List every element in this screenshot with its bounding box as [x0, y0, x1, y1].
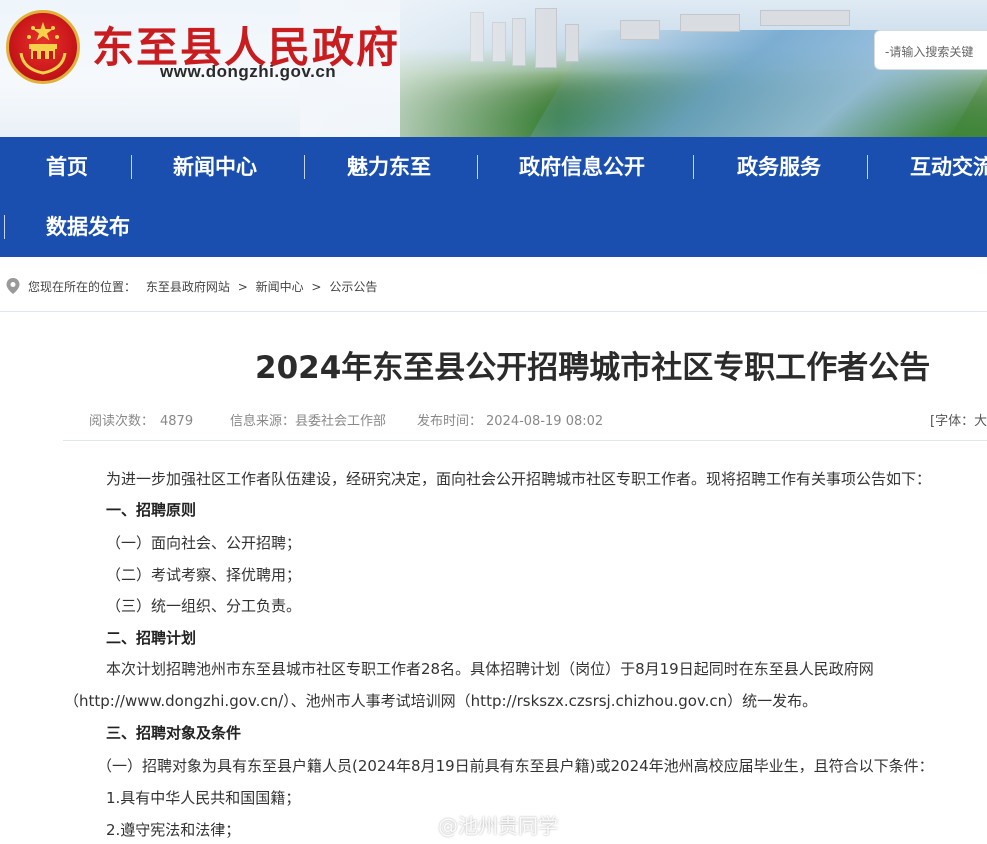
breadcrumb-separator: >: [311, 280, 322, 294]
time-value: 2024-08-19 08:02: [486, 414, 604, 429]
nav-divider: [131, 155, 132, 179]
nav-divider: [693, 155, 694, 179]
breadcrumb-prefix: 您现在所在的位置：: [28, 280, 137, 294]
search-input[interactable]: -请输入搜索关键: [874, 30, 987, 70]
main-nav: 首页 新闻中心 魅力东至 政府信息公开 政务服务 互动交流 数据发布: [0, 137, 987, 257]
nav-divider: [867, 155, 868, 179]
paragraph: （http://www.dongzhi.gov.cn/）、池州市人事考试培训网（…: [64, 692, 818, 710]
nav-divider: [4, 215, 5, 239]
paragraph: 2.遵守宪法和法律；: [106, 821, 241, 839]
location-pin-icon: [6, 278, 20, 294]
site-url: www.dongzhi.gov.cn: [160, 62, 337, 81]
header-banner: 东至县人民政府 www.dongzhi.gov.cn -请输入搜索关键: [0, 0, 987, 137]
weibo-logo-icon: [397, 813, 431, 835]
emblem-icon: [19, 22, 67, 75]
breadcrumb-separator: >: [237, 280, 248, 294]
meta-divider: [63, 440, 987, 441]
section-heading: 一、招聘原则: [106, 501, 197, 519]
paragraph: 本次计划招聘池州市东至县城市社区专职工作者28名。具体招聘计划（岗位）于8月19…: [106, 660, 874, 678]
national-emblem-logo: [6, 10, 80, 84]
source-label: 信息来源：: [230, 414, 296, 429]
breadcrumb: 您现在所在的位置： 东至县政府网站 > 新闻中心 > 公示公告: [0, 257, 987, 312]
breadcrumb-link-notices[interactable]: 公示公告: [329, 280, 377, 294]
breadcrumb-link-news[interactable]: 新闻中心: [256, 280, 304, 294]
nav-item-charm[interactable]: 魅力东至: [347, 137, 431, 197]
breadcrumb-link-site[interactable]: 东至县政府网站: [146, 280, 230, 294]
nav-item-gov-info[interactable]: 政府信息公开: [519, 137, 645, 197]
paragraph: 为进一步加强社区工作者队伍建设，经研究决定，面向社会公开招聘城市社区专职工作者。…: [106, 470, 932, 488]
views-count: 4879: [160, 414, 194, 429]
font-size-control[interactable]: [字体：大: [930, 410, 987, 429]
nav-divider: [304, 155, 305, 179]
time-label: 发布时间：: [417, 414, 483, 429]
source-value: 县委社会工作部: [295, 414, 387, 429]
nav-divider: [477, 155, 478, 179]
nav-item-services[interactable]: 政务服务: [737, 137, 821, 197]
nav-item-home[interactable]: 首页: [46, 137, 88, 197]
views-label: 阅读次数：: [89, 414, 155, 429]
paragraph: 1.具有中华人民共和国国籍；: [106, 789, 301, 807]
paragraph: （三）统一组织、分工负责。: [106, 597, 302, 615]
paragraph: （二）考试考察、择优聘用；: [106, 566, 302, 584]
article-time: 发布时间： 2024-08-19 08:02: [417, 410, 603, 429]
paragraph: （一）招聘对象为具有东至县户籍人员(2024年8月19日前具有东至县户籍)或20…: [97, 757, 934, 775]
nav-item-interaction[interactable]: 互动交流: [910, 137, 987, 197]
nav-item-news[interactable]: 新闻中心: [173, 137, 257, 197]
paragraph: （一）面向社会、公开招聘；: [106, 534, 302, 552]
watermark-text: @池州贵同学: [438, 814, 558, 838]
nav-item-data[interactable]: 数据发布: [46, 197, 130, 257]
section-heading: 三、招聘对象及条件: [106, 724, 242, 742]
article-source: 信息来源：县委社会工作部: [230, 410, 386, 429]
article-title: 2024年东至县公开招聘城市社区专职工作者公告: [255, 350, 931, 386]
section-heading: 二、招聘计划: [106, 629, 197, 647]
article-views: 阅读次数： 4879: [89, 410, 193, 429]
